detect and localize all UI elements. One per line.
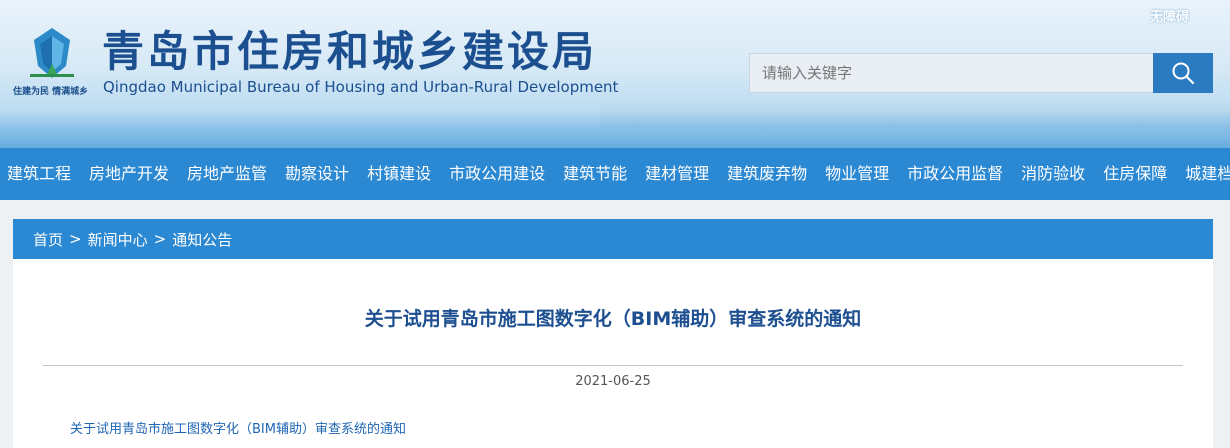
nav-item-real-estate-supervision[interactable]: 房地产监管 [187, 148, 267, 200]
nav-item-real-estate-development[interactable]: 房地产开发 [89, 148, 169, 200]
nav-item-municipal-public-construction[interactable]: 市政公用建设 [449, 148, 545, 200]
article-title: 关于试用青岛市施工图数字化（BIM辅助）审查系统的通知 [364, 308, 862, 330]
site-title-english: Qingdao Municipal Bureau of Housing and … [103, 78, 619, 96]
nav-item-construction-waste[interactable]: 建筑废弃物 [727, 148, 807, 200]
nav-item-building-materials[interactable]: 建材管理 [645, 148, 709, 200]
header-background-decoration [0, 110, 1230, 148]
breadcrumb-separator: > [153, 230, 167, 248]
breadcrumb-news-center-link[interactable]: 新闻中心 [88, 229, 148, 250]
title-divider [43, 365, 1183, 366]
article-panel: 关于试用青岛市施工图数字化（BIM辅助）审查系统的通知 2021-06-25 关… [13, 259, 1213, 448]
nav-item-municipal-public-supervision[interactable]: 市政公用监督 [907, 148, 1003, 200]
breadcrumb-separator: > [69, 230, 82, 248]
main-navigation: 建筑工程 房地产开发 房地产监管 勘察设计 村镇建设 市政公用建设 建筑节能 建… [0, 148, 1230, 200]
nav-item-property-management[interactable]: 物业管理 [825, 148, 889, 200]
breadcrumb-notices-link[interactable]: 通知公告 [172, 229, 232, 250]
nav-item-building-energy-saving[interactable]: 建筑节能 [563, 148, 627, 200]
nav-item-housing-security[interactable]: 住房保障 [1103, 148, 1167, 200]
nav-list: 建筑工程 房地产开发 房地产监管 勘察设计 村镇建设 市政公用建设 建筑节能 建… [0, 148, 1230, 200]
nav-item-construction-engineering[interactable]: 建筑工程 [7, 148, 71, 200]
search-icon [1172, 62, 1195, 85]
article-date: 2021-06-25 [575, 374, 651, 389]
article-attachment-link[interactable]: 关于试用青岛市施工图数字化（BIM辅助）审查系统的通知 [70, 418, 406, 437]
search-button[interactable] [1153, 53, 1213, 93]
nav-item-fire-acceptance[interactable]: 消防验收 [1021, 148, 1085, 200]
accessibility-link[interactable]: 无障碍 [1150, 6, 1189, 25]
bureau-logo-icon [30, 28, 74, 78]
site-header: 无障碍 住建为民 情满城乡 青岛市住房和城乡建设局 Qingdao Munici… [0, 0, 1230, 148]
breadcrumb: 首页 > 新闻中心 > 通知公告 [13, 219, 1213, 259]
nav-item-survey-design[interactable]: 勘察设计 [285, 148, 349, 200]
nav-item-urban-archives[interactable]: 城建档案 [1185, 148, 1230, 200]
nav-item-village-town-construction[interactable]: 村镇建设 [367, 148, 431, 200]
logo-slogan: 住建为民 情满城乡 [13, 87, 89, 97]
search-input[interactable] [749, 53, 1154, 93]
site-title-chinese: 青岛市住房和城乡建设局 [102, 27, 598, 76]
breadcrumb-home-link[interactable]: 首页 [33, 229, 63, 250]
